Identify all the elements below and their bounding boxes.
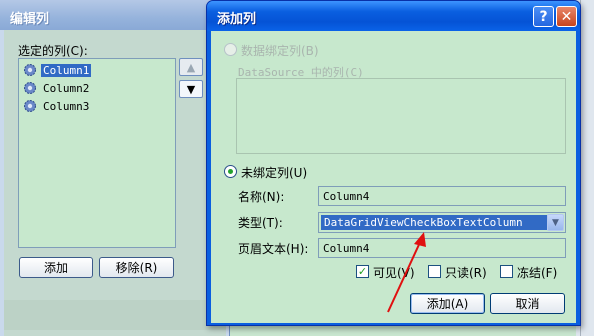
help-button[interactable]: ? [533, 6, 554, 27]
databound-radio-label: 数据绑定列(B) [241, 44, 319, 58]
readonly-label: 只读(R) [445, 266, 487, 280]
visible-checkbox[interactable]: ✓ [356, 265, 369, 278]
type-label: 类型(T): [238, 216, 283, 230]
column-name: Column2 [43, 81, 90, 95]
close-button[interactable]: ✕ [556, 6, 577, 27]
gear-icon [24, 100, 36, 112]
arrow-up-icon: ▲ [186, 60, 196, 74]
checkmark-icon: ✓ [357, 265, 368, 278]
selected-columns-label: 选定的列(C): [18, 44, 88, 58]
selected-columns-list[interactable]: Column1 Column2 Column3 [18, 58, 176, 248]
frozen-label: 冻结(F) [517, 266, 558, 280]
add-column-titlebar[interactable]: 添加列 ? ✕ [207, 1, 580, 31]
unbound-radio[interactable] [224, 165, 237, 178]
databound-radio[interactable] [224, 43, 237, 56]
unbound-radio-label: 未绑定列(U) [241, 166, 308, 180]
edit-columns-titlebar[interactable]: 编辑列 [0, 0, 230, 30]
move-up-button[interactable]: ▲ [179, 58, 203, 76]
column-name: Column1 [41, 63, 92, 77]
edit-columns-footer [4, 300, 226, 330]
column-name: Column3 [43, 99, 90, 113]
cancel-button[interactable]: 取消 [490, 293, 565, 314]
name-label: 名称(N): [238, 190, 285, 204]
edit-columns-title: 编辑列 [10, 12, 50, 27]
list-item[interactable]: Column1 [23, 62, 92, 78]
list-item[interactable]: Column2 [23, 80, 91, 96]
add-button[interactable]: 添加 [19, 257, 93, 278]
move-down-button[interactable]: ▼ [179, 80, 203, 98]
header-text-field[interactable]: Column4 [318, 238, 566, 258]
remove-button[interactable]: 移除(R) [99, 257, 174, 278]
type-selected-value: DataGridViewCheckBoxTextColumn [321, 215, 547, 230]
frozen-checkbox[interactable] [500, 265, 513, 278]
readonly-checkbox[interactable] [428, 265, 441, 278]
list-item[interactable]: Column3 [23, 98, 91, 114]
dialog-title: 添加列 [217, 12, 257, 27]
arrow-down-icon: ▼ [186, 82, 196, 96]
edit-columns-window: 编辑列 选定的列(C): Column1 Column2 Column3 ▲ ▼… [0, 0, 230, 336]
close-icon: ✕ [560, 8, 573, 25]
radio-selected-dot [228, 169, 233, 174]
gear-icon [24, 64, 36, 76]
header-text-label: 页眉文本(H): [238, 242, 309, 256]
help-icon: ? [539, 8, 548, 25]
datasource-columns-list[interactable] [236, 78, 566, 154]
visible-label: 可见(V) [373, 266, 415, 280]
chevron-down-icon[interactable]: ▼ [547, 214, 564, 231]
add-column-button[interactable]: 添加(A) [410, 293, 485, 314]
name-field[interactable]: Column4 [318, 186, 566, 206]
gear-icon [24, 82, 36, 94]
type-combobox[interactable]: DataGridViewCheckBoxTextColumn ▼ [318, 212, 566, 233]
